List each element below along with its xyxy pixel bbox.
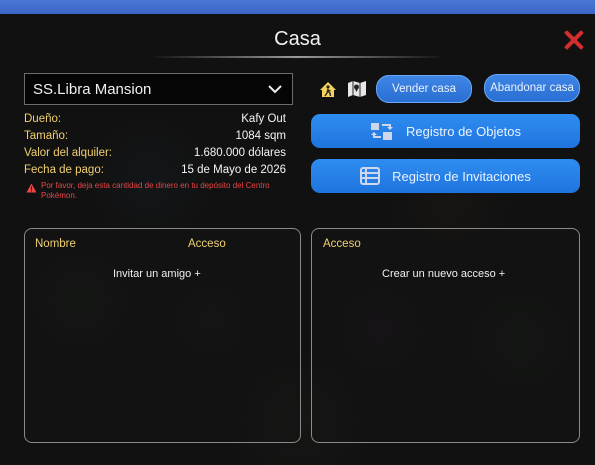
- dialog-title: Casa: [274, 28, 321, 50]
- owner-row: Dueño: Kafy Out: [24, 113, 286, 125]
- person-walking-icon[interactable]: [318, 80, 338, 98]
- members-panel: [24, 228, 301, 443]
- rent-row: Valor del alquiler: 1.680.000 dólares: [24, 147, 286, 159]
- due-date-value: 15 de Mayo de 2026: [181, 164, 286, 176]
- list-icon: [360, 167, 381, 185]
- members-access-header: Acceso: [188, 238, 226, 250]
- access-header: Acceso: [323, 238, 361, 250]
- payment-warning: Por favor, deja esta cantidad de dinero …: [41, 181, 270, 200]
- due-date-label: Fecha de pago:: [24, 164, 104, 176]
- rent-value: 1.680.000 dólares: [193, 147, 286, 159]
- house-select-value: SS.Libra Mansion: [33, 80, 152, 98]
- invite-log-button[interactable]: Registro de Invitaciones: [311, 159, 580, 193]
- title-divider: [150, 56, 445, 58]
- object-log-label: Registro de Objetos: [406, 123, 521, 139]
- object-log-button[interactable]: Registro de Objetos: [311, 114, 580, 148]
- members-name-header: Nombre: [35, 238, 76, 250]
- owner-value: Kafy Out: [241, 113, 286, 125]
- transfer-boxes-icon: [371, 123, 394, 140]
- size-label: Tamaño:: [24, 130, 69, 142]
- chevron-down-icon: [268, 85, 282, 94]
- sell-house-button[interactable]: Vender casa: [376, 75, 472, 103]
- due-date-row: Fecha de pago: 15 de Mayo de 2026: [24, 164, 286, 176]
- rent-label: Valor del alquiler:: [24, 147, 113, 159]
- size-value: 1084 sqm: [235, 130, 286, 142]
- owner-label: Dueño:: [24, 113, 62, 125]
- size-row: Tamaño: 1084 sqm: [24, 130, 286, 142]
- map-icon[interactable]: [347, 80, 367, 98]
- close-icon[interactable]: [563, 29, 585, 51]
- top-bar: [0, 0, 595, 14]
- create-access-link[interactable]: Crear un nuevo acceso +: [382, 268, 505, 280]
- invite-friend-link[interactable]: Invitar un amigo +: [113, 268, 201, 280]
- house-select[interactable]: SS.Libra Mansion: [24, 73, 293, 105]
- access-panel: [311, 228, 580, 443]
- invite-log-label: Registro de Invitaciones: [392, 168, 531, 184]
- abandon-house-button[interactable]: Abandonar casa: [484, 74, 580, 102]
